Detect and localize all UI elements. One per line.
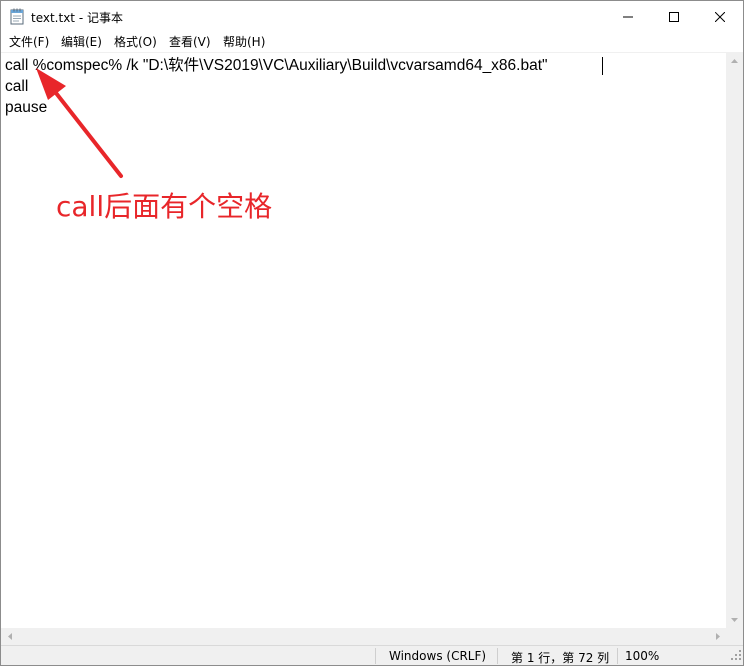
vertical-scrollbar[interactable] xyxy=(726,52,743,628)
scroll-down-icon[interactable] xyxy=(726,611,743,628)
editor-line: call %comspec% /k "D:\软件\VS2019\VC\Auxil… xyxy=(5,57,548,74)
maximize-icon xyxy=(669,7,679,26)
menu-file[interactable]: 文件(F) xyxy=(9,33,49,50)
status-divider xyxy=(375,648,376,664)
window-title: text.txt - 记事本 xyxy=(31,11,123,25)
scrollbar-corner xyxy=(726,628,743,645)
status-encoding: Windows (CRLF) xyxy=(389,649,487,663)
editor-line: pause xyxy=(5,99,48,116)
close-button[interactable] xyxy=(697,1,743,31)
status-zoom: 100% xyxy=(625,649,660,663)
resize-grip-icon[interactable] xyxy=(731,645,741,664)
maximize-button[interactable] xyxy=(651,1,697,31)
scroll-up-icon[interactable] xyxy=(726,52,743,69)
menu-bar: 文件(F) 编辑(E) 格式(O) 查看(V) 帮助(H) xyxy=(1,31,743,51)
annotation-text: call后面有个空格 xyxy=(56,190,273,223)
menu-edit[interactable]: 编辑(E) xyxy=(61,33,102,50)
editor-line: call xyxy=(5,78,29,95)
notepad-icon xyxy=(10,8,24,25)
status-bar: Windows (CRLF) 第 1 行，第 72 列 100% xyxy=(1,645,743,665)
status-divider xyxy=(497,648,498,664)
scroll-left-icon[interactable] xyxy=(1,628,18,645)
status-divider xyxy=(617,648,618,664)
status-position: 第 1 行，第 72 列 xyxy=(511,651,610,665)
menu-format[interactable]: 格式(O) xyxy=(114,33,157,50)
menu-view[interactable]: 查看(V) xyxy=(169,33,211,50)
scroll-right-icon[interactable] xyxy=(709,628,726,645)
horizontal-scrollbar[interactable] xyxy=(1,628,726,645)
close-icon xyxy=(714,7,726,26)
title-bar: text.txt - 记事本 xyxy=(1,1,743,31)
minimize-button[interactable] xyxy=(605,1,651,31)
menu-help[interactable]: 帮助(H) xyxy=(223,33,265,50)
text-caret xyxy=(602,57,603,75)
text-editor[interactable]: call %comspec% /k "D:\软件\VS2019\VC\Auxil… xyxy=(1,52,726,629)
notepad-window: text.txt - 记事本 文件(F) 编辑(E) 格式(O) 查看(V) 帮… xyxy=(0,0,744,666)
minimize-icon xyxy=(623,7,633,26)
